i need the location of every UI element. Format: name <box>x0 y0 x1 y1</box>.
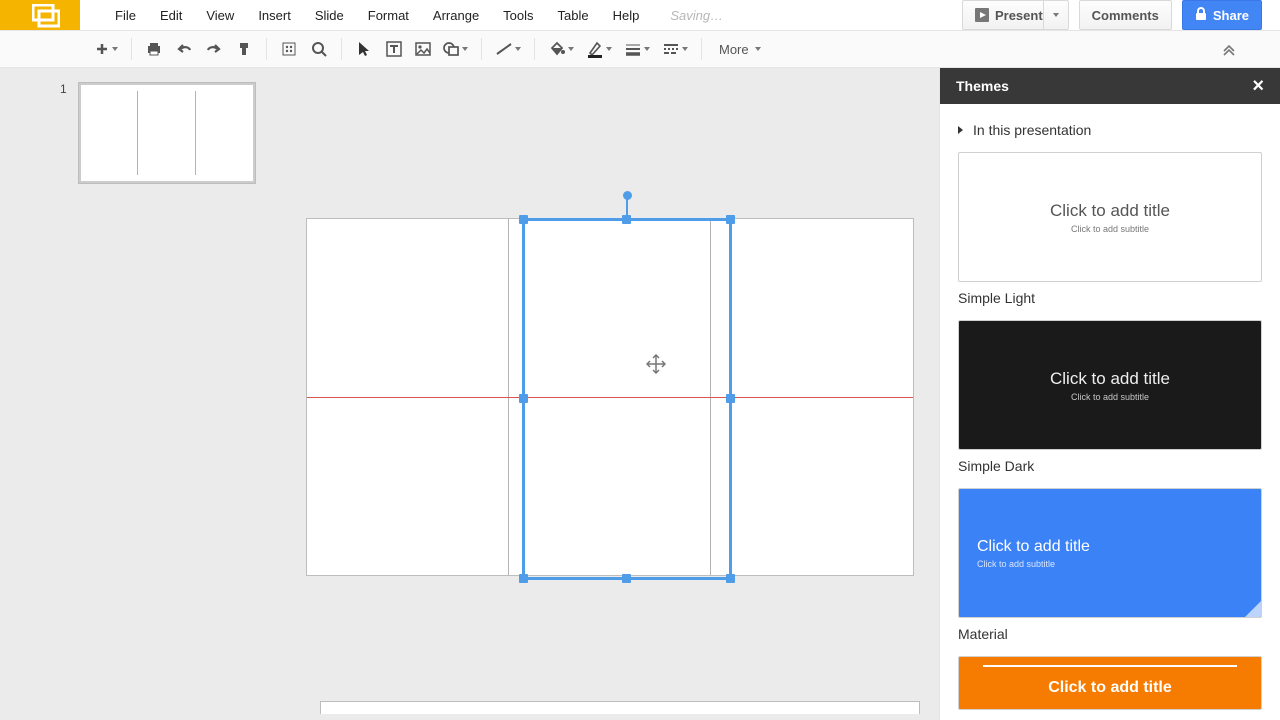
line-tool[interactable] <box>491 36 525 62</box>
resize-handle-n[interactable] <box>622 215 631 224</box>
menu-insert[interactable]: Insert <box>247 2 302 29</box>
themes-header: Themes × <box>940 68 1280 104</box>
menu-format[interactable]: Format <box>357 2 420 29</box>
header: File Edit View Insert Slide Format Arran… <box>0 0 1280 30</box>
menu-file[interactable]: File <box>104 2 147 29</box>
new-slide-button[interactable] <box>92 36 122 62</box>
speaker-notes-bar[interactable] <box>320 701 920 714</box>
resize-handle-w[interactable] <box>519 394 528 403</box>
app-logo[interactable] <box>0 0 80 30</box>
textbox-tool[interactable] <box>381 36 407 62</box>
menu-arrange[interactable]: Arrange <box>422 2 490 29</box>
slide-number: 1 <box>60 82 67 96</box>
app: File Edit View Insert Slide Format Arran… <box>0 0 1280 720</box>
theme-thumb-title: Click to add title <box>1050 201 1170 221</box>
menu-tools[interactable]: Tools <box>492 2 544 29</box>
selected-shape[interactable] <box>522 218 732 580</box>
canvas <box>306 218 914 576</box>
toolbar-more-button[interactable]: More <box>711 42 769 57</box>
save-status: Saving… <box>652 2 741 29</box>
menu-slide[interactable]: Slide <box>304 2 355 29</box>
menu-bar: File Edit View Insert Slide Format Arran… <box>80 0 741 30</box>
redo-button[interactable] <box>201 36 227 62</box>
theme-thumb-subtitle: Click to add subtitle <box>977 559 1055 569</box>
toolbar: More <box>0 30 1280 68</box>
slides-logo-icon <box>32 4 60 28</box>
resize-handle-s[interactable] <box>622 574 631 583</box>
theme-thumb-title: Click to add title <box>1048 679 1172 697</box>
rotate-handle[interactable] <box>623 191 632 200</box>
menu-edit[interactable]: Edit <box>149 2 193 29</box>
canvas-area[interactable] <box>280 68 939 720</box>
themes-title: Themes <box>956 78 1009 94</box>
themes-section-label: In this presentation <box>973 122 1091 138</box>
move-cursor-icon <box>646 354 666 377</box>
theme-label: Simple Dark <box>958 450 1262 488</box>
thumbnail-preview <box>78 82 256 184</box>
fill-color-button[interactable] <box>544 36 578 62</box>
toolbar-collapse-button[interactable] <box>1216 36 1242 62</box>
lock-icon <box>1195 7 1207 24</box>
image-tool[interactable] <box>411 36 435 62</box>
theme-thumb-subtitle: Click to add subtitle <box>1071 224 1149 234</box>
play-icon <box>975 8 989 22</box>
themes-panel: Themes × In this presentation Click to a… <box>939 68 1280 720</box>
resize-handle-ne[interactable] <box>726 215 735 224</box>
resize-handle-se[interactable] <box>726 574 735 583</box>
theme-thumb-title: Click to add title <box>977 538 1090 556</box>
close-themes-button[interactable]: × <box>1252 75 1264 98</box>
line-weight-button[interactable] <box>620 36 654 62</box>
resize-handle-e[interactable] <box>726 394 735 403</box>
menu-help[interactable]: Help <box>602 2 651 29</box>
slide-thumbnail-1[interactable]: 1 <box>0 68 280 184</box>
fold-corner-icon <box>1245 601 1261 617</box>
comments-button[interactable]: Comments <box>1079 0 1172 30</box>
resize-handle-nw[interactable] <box>519 215 528 224</box>
header-right: Present Comments Share <box>962 0 1280 30</box>
theme-orange[interactable]: Click to add title <box>958 656 1262 710</box>
theme-label: Material <box>958 618 1262 656</box>
theme-label: Simple Light <box>958 282 1262 320</box>
toolbar-more-label: More <box>719 42 749 57</box>
theme-thumb-subtitle: Click to add subtitle <box>1071 392 1149 402</box>
theme-simple-dark[interactable]: Click to add title Click to add subtitle <box>958 320 1262 450</box>
undo-button[interactable] <box>171 36 197 62</box>
select-tool[interactable] <box>351 36 377 62</box>
slide-panel: 1 <box>0 68 280 720</box>
menu-table[interactable]: Table <box>547 2 600 29</box>
theme-simple-light[interactable]: Click to add title Click to add subtitle <box>958 152 1262 282</box>
fit-button[interactable] <box>276 36 302 62</box>
theme-thumb-title: Click to add title <box>1050 369 1170 389</box>
themes-section-toggle[interactable]: In this presentation <box>958 116 1262 152</box>
share-button[interactable]: Share <box>1182 0 1262 30</box>
present-dropdown[interactable] <box>1043 1 1068 29</box>
line-color-button[interactable] <box>582 36 616 62</box>
paint-format-button[interactable] <box>231 36 257 62</box>
print-button[interactable] <box>141 36 167 62</box>
shape-tool[interactable] <box>439 36 472 62</box>
present-label: Present <box>995 8 1043 23</box>
line-dash-button[interactable] <box>658 36 692 62</box>
present-button[interactable]: Present <box>962 0 1069 30</box>
menu-view[interactable]: View <box>195 2 245 29</box>
share-label: Share <box>1213 8 1249 23</box>
main: 1 <box>0 68 1280 720</box>
zoom-button[interactable] <box>306 36 332 62</box>
resize-handle-sw[interactable] <box>519 574 528 583</box>
triangle-right-icon <box>958 126 963 134</box>
theme-material[interactable]: Click to add title Click to add subtitle <box>958 488 1262 618</box>
